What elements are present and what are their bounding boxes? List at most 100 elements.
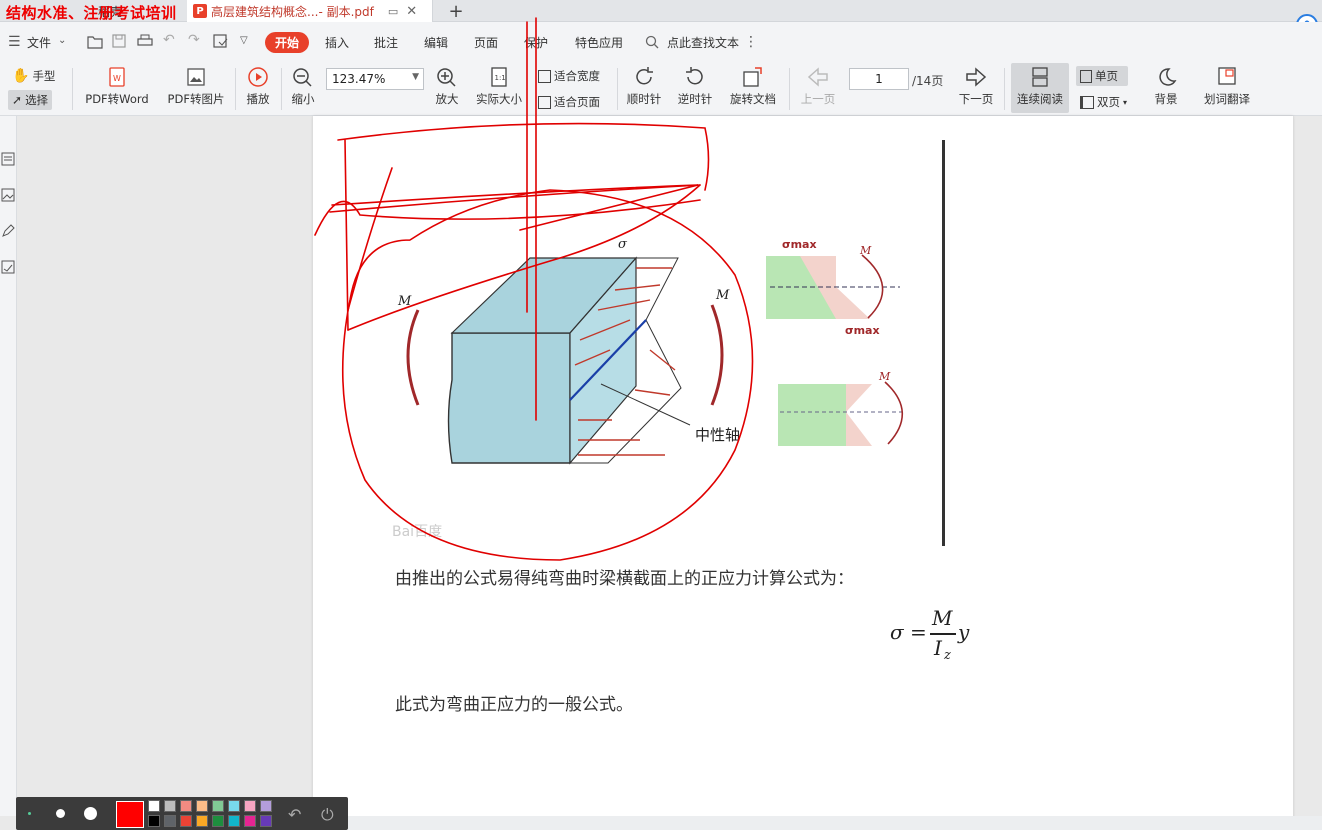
- pdf-to-word-button[interactable]: W PDF转Word: [82, 66, 152, 107]
- pen-color-swatch[interactable]: [164, 815, 176, 827]
- actual-size-icon: 1:1: [491, 67, 507, 87]
- fit-width-button[interactable]: 适合宽度: [538, 68, 600, 84]
- separator: [789, 68, 790, 110]
- rotate-clockwise-button[interactable]: 顺时针: [623, 66, 665, 107]
- continuous-read-button[interactable]: 连续阅读: [1011, 66, 1069, 107]
- zoom-out-button[interactable]: 缩小: [288, 66, 318, 107]
- formula-tail: y: [958, 620, 970, 644]
- moment-small-bottom-label: M: [878, 370, 891, 383]
- rotate-document-button[interactable]: 旋转文档: [726, 66, 780, 107]
- rotate-document-label: 旋转文档: [730, 92, 776, 106]
- thumbnail-icon[interactable]: [1, 188, 15, 202]
- menu-edit[interactable]: 编辑: [424, 34, 448, 51]
- pen-color-swatch[interactable]: [244, 815, 256, 827]
- pen-color-swatch[interactable]: [164, 800, 176, 812]
- power-off-icon[interactable]: ⏻: [321, 805, 334, 825]
- pen-color-swatch[interactable]: [196, 800, 208, 812]
- page-number-input[interactable]: 1: [849, 68, 909, 90]
- pen-color-swatch[interactable]: [180, 800, 192, 812]
- redo-icon[interactable]: ↷: [188, 32, 200, 48]
- annotation-icon[interactable]: [1, 224, 15, 238]
- pin-icon[interactable]: ▭: [388, 5, 398, 18]
- menu-protect[interactable]: 保护: [524, 34, 548, 51]
- svg-text:W: W: [113, 74, 121, 83]
- pdf-to-image-label: PDF转图片: [167, 92, 225, 106]
- hamburger-icon[interactable]: ☰: [8, 34, 21, 50]
- neutral-axis-label: 中性轴: [695, 426, 740, 444]
- continuous-read-icon: [1032, 67, 1048, 87]
- pen-color-swatch[interactable]: [212, 800, 224, 812]
- search-text-field[interactable]: 点此查找文本: [667, 34, 739, 51]
- chevron-down-icon[interactable]: ⌄: [58, 35, 66, 46]
- rotate-counterclockwise-button[interactable]: 逆时针: [674, 66, 716, 107]
- zoom-level-select[interactable]: 123.47% ▼: [326, 68, 424, 90]
- pdf-to-image-button[interactable]: PDF转图片: [163, 66, 229, 107]
- tab-bar: 稻壳 P 高层建筑结构概念...- 副本.pdf ▭ ✕ + 结构水准、注册考试…: [0, 0, 1322, 22]
- open-folder-icon[interactable]: [87, 35, 103, 49]
- cursor-icon: ➚: [12, 93, 23, 107]
- chevron-down-icon: ▾: [1123, 97, 1128, 107]
- save-icon[interactable]: [112, 34, 126, 48]
- arrow-left-icon: [807, 67, 828, 87]
- double-page-button[interactable]: 双页 ▾: [1080, 94, 1127, 110]
- more-options-icon[interactable]: ⋮: [744, 34, 758, 50]
- translate-button[interactable]: 划词翻译: [1198, 66, 1256, 107]
- pen-color-swatch[interactable]: [228, 800, 240, 812]
- new-tab-button[interactable]: +: [446, 0, 466, 22]
- formula-lhs: σ =: [890, 620, 927, 644]
- pen-color-swatch[interactable]: [260, 815, 272, 827]
- menu-annotate[interactable]: 批注: [374, 34, 398, 51]
- menu-features[interactable]: 特色应用: [575, 34, 623, 51]
- hand-icon: ✋: [12, 68, 30, 84]
- rotate-counterclockwise-label: 逆时针: [677, 92, 713, 106]
- outline-icon[interactable]: [1, 152, 15, 166]
- print-icon[interactable]: [137, 34, 153, 48]
- pen-color-swatch[interactable]: [180, 815, 192, 827]
- signature-icon[interactable]: [1, 260, 15, 274]
- fit-page-button[interactable]: 适合页面: [538, 94, 600, 110]
- fit-width-label: 适合宽度: [554, 69, 600, 83]
- menu-insert[interactable]: 插入: [325, 34, 349, 51]
- formula-subscript: z: [944, 648, 951, 663]
- play-button[interactable]: 播放: [243, 66, 273, 107]
- menu-start-tab[interactable]: 开始: [265, 32, 310, 53]
- pen-color-swatch[interactable]: [244, 800, 256, 812]
- pen-color-swatch[interactable]: [228, 815, 240, 827]
- hand-tool-button[interactable]: ✋ 手型: [12, 68, 55, 84]
- zoom-in-icon: [437, 68, 456, 87]
- zoom-out-label: 缩小: [291, 92, 315, 106]
- pen-toolbar: ↶ ⏻: [16, 797, 348, 830]
- zoom-in-button[interactable]: 放大: [432, 66, 462, 107]
- single-page-button[interactable]: 单页: [1080, 68, 1118, 84]
- pen-size-small-button[interactable]: [28, 812, 31, 815]
- previous-page-button[interactable]: 上一页: [797, 66, 839, 107]
- select-tool-button[interactable]: ➚ 选择: [8, 90, 53, 110]
- actual-size-button[interactable]: 1:1 实际大小: [472, 66, 526, 107]
- arrow-right-icon: [966, 67, 987, 87]
- menu-page[interactable]: 页面: [474, 34, 498, 51]
- pen-color-swatch[interactable]: [260, 800, 272, 812]
- tab-document[interactable]: P 高层建筑结构概念...- 副本.pdf ▭ ✕: [187, 0, 433, 22]
- pdf-to-image-icon: [187, 68, 205, 86]
- pen-color-swatch[interactable]: [148, 815, 160, 827]
- more-chevron-icon[interactable]: ▽: [240, 35, 248, 46]
- undo-stroke-icon[interactable]: ↶: [288, 805, 301, 824]
- watermark-label: Bai百度: [392, 524, 442, 540]
- rotate-clockwise-icon: [636, 67, 653, 85]
- previous-page-label: 上一页: [800, 92, 836, 106]
- pen-size-medium-button[interactable]: [56, 809, 65, 818]
- pen-size-large-button[interactable]: [84, 807, 97, 820]
- pen-color-swatch[interactable]: [148, 800, 160, 812]
- pen-color-swatch[interactable]: [196, 815, 208, 827]
- close-tab-icon[interactable]: ✕: [406, 4, 417, 19]
- zoom-level-value: 123.47%: [332, 72, 386, 86]
- undo-icon[interactable]: ↶: [163, 32, 175, 48]
- hand-tool-label: 手型: [32, 69, 56, 83]
- background-button[interactable]: 背景: [1146, 66, 1186, 107]
- menu-file[interactable]: 文件: [27, 34, 51, 51]
- next-page-button[interactable]: 下一页: [955, 66, 997, 107]
- fit-width-icon: [538, 69, 551, 83]
- active-pen-color-swatch[interactable]: [116, 801, 144, 828]
- pen-color-swatch[interactable]: [212, 815, 224, 827]
- export-icon[interactable]: [213, 34, 229, 48]
